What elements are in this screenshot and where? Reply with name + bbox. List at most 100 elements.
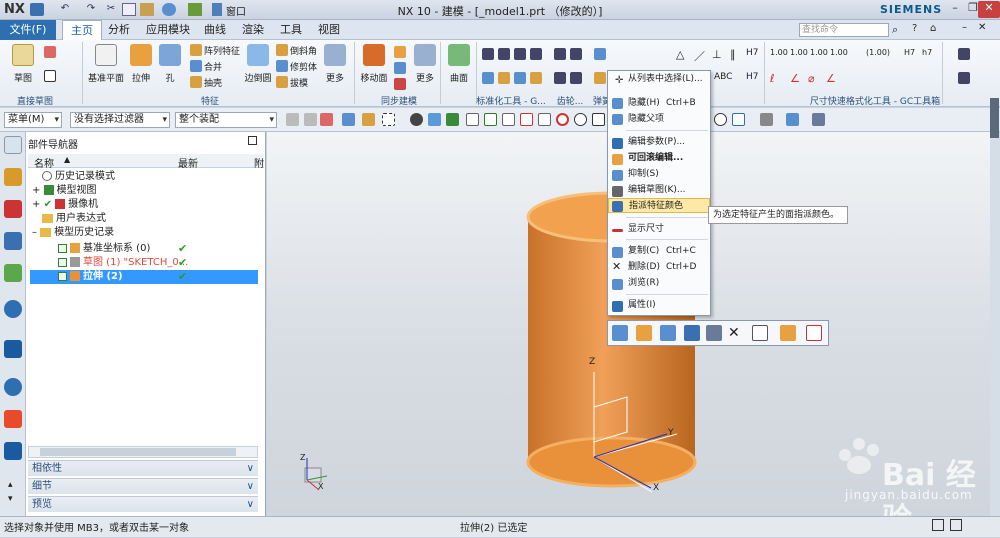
gear-tool-icon[interactable] bbox=[570, 48, 582, 60]
preview-panel[interactable]: 预览 bbox=[28, 496, 258, 512]
pattern-feature-button[interactable]: 阵列特征 bbox=[204, 44, 240, 57]
visibility-checkbox[interactable] bbox=[58, 257, 67, 267]
information-icon[interactable] bbox=[806, 325, 822, 341]
rect-select-icon[interactable] bbox=[382, 113, 395, 126]
line-tool-icon[interactable]: ⊥ bbox=[712, 48, 722, 61]
angle-icon[interactable]: ∠ bbox=[826, 72, 836, 85]
circle-snap-icon[interactable] bbox=[574, 113, 587, 126]
menu-item-select-from-list[interactable]: 从列表中选择(L)... bbox=[608, 72, 710, 87]
rectangle-icon[interactable] bbox=[44, 70, 56, 82]
dim-format-h7-lower[interactable]: h7 bbox=[922, 48, 932, 57]
snap-icon[interactable] bbox=[286, 113, 299, 126]
table-icon[interactable] bbox=[732, 113, 745, 126]
gear-tool-icon[interactable] bbox=[554, 72, 566, 84]
status-window-icon[interactable] bbox=[950, 519, 962, 531]
more-features-button[interactable]: 更多 bbox=[322, 44, 348, 84]
name-column-header[interactable]: 名称 bbox=[34, 155, 54, 170]
help-icon[interactable]: ? bbox=[912, 23, 917, 34]
tree-item-user-expressions[interactable]: 用户表达式 bbox=[30, 212, 258, 226]
menu-item-edit-sketch[interactable]: 编辑草图(K)... bbox=[608, 183, 710, 198]
dim-label-tool[interactable]: ABC bbox=[714, 72, 732, 82]
menu-item-properties[interactable]: 属性(I) bbox=[608, 298, 710, 313]
tab-view[interactable]: 视图 bbox=[310, 20, 348, 40]
gear-tool-icon[interactable] bbox=[554, 48, 566, 60]
tree-item-sketch[interactable]: 草图 (1) "SKETCH_0... bbox=[30, 256, 258, 270]
dim-format-4[interactable]: 1.00 bbox=[830, 48, 848, 57]
parallel-icon[interactable]: ∥ bbox=[730, 48, 736, 61]
gc-tool-icon[interactable] bbox=[958, 72, 970, 84]
delete-icon[interactable]: ✕ bbox=[728, 325, 740, 341]
menu-item-browse[interactable]: 浏览(R) bbox=[608, 276, 710, 291]
edit-parameters-icon[interactable] bbox=[612, 325, 628, 341]
line-snap-icon[interactable] bbox=[484, 113, 497, 126]
tab-tools[interactable]: 工具 bbox=[272, 20, 310, 40]
sketch-curve-icon[interactable] bbox=[44, 46, 56, 58]
sync-tool-icon[interactable] bbox=[394, 46, 406, 58]
file-menu[interactable]: 文件(F) bbox=[0, 20, 56, 40]
tab-curve[interactable]: 曲线 bbox=[196, 20, 234, 40]
menu-item-show-dimensions[interactable]: 显示尺寸 bbox=[608, 222, 710, 237]
std-tool-icon[interactable] bbox=[482, 72, 494, 84]
trim-body-button[interactable]: 修剪体 bbox=[290, 60, 317, 73]
close-button[interactable]: ✕ bbox=[978, 1, 1000, 18]
history-icon[interactable] bbox=[4, 340, 22, 358]
shell-button[interactable]: 抽壳 bbox=[204, 76, 222, 89]
extrude-button[interactable]: 拉伸 bbox=[128, 44, 154, 84]
scroll-up-icon[interactable]: ▴ bbox=[8, 480, 13, 490]
tab-analysis[interactable]: 分析 bbox=[100, 20, 138, 40]
tree-item-datum-csys[interactable]: 基准坐标系 (0) bbox=[30, 242, 258, 256]
intersection-snap-icon[interactable] bbox=[538, 113, 551, 126]
menu-item-rollback-edit[interactable]: 可回滚编辑... bbox=[608, 151, 710, 166]
scrollbar-thumb[interactable] bbox=[40, 448, 236, 456]
search-icon[interactable]: ⌕ bbox=[892, 23, 898, 37]
visibility-checkbox[interactable] bbox=[58, 243, 67, 253]
snap-icon[interactable] bbox=[520, 113, 533, 126]
rollback-edit-icon[interactable] bbox=[636, 325, 652, 341]
angle-icon[interactable]: ∠ bbox=[790, 72, 800, 85]
tree-item-extrude[interactable]: 拉伸 (2) bbox=[30, 270, 258, 284]
constraint-navigator-icon[interactable] bbox=[4, 232, 22, 250]
ribbon-minimize-button[interactable]: – bbox=[962, 22, 967, 33]
sketch-button[interactable]: 草图 bbox=[8, 44, 38, 84]
spring-tool-icon[interactable] bbox=[594, 48, 606, 60]
tree-item-model-history[interactable]: – 模型历史记录 bbox=[30, 226, 258, 240]
dim-tool-icon[interactable]: ℓ bbox=[770, 72, 775, 85]
ribbon-close-button[interactable]: ✕ bbox=[978, 22, 986, 33]
scroll-down-icon[interactable]: ▾ bbox=[8, 494, 13, 504]
curve-snap-icon[interactable] bbox=[502, 113, 515, 126]
select-icon[interactable] bbox=[342, 113, 355, 126]
point-icon[interactable] bbox=[410, 113, 423, 126]
sync-tool-icon[interactable] bbox=[394, 62, 406, 74]
diameter-icon[interactable]: ⌀ bbox=[808, 72, 815, 85]
dim-format-5[interactable]: (1.00) bbox=[866, 48, 890, 57]
unite-button[interactable]: 合并 bbox=[204, 60, 222, 73]
dim-format-1[interactable]: 1.00 bbox=[770, 48, 788, 57]
snap-icon[interactable] bbox=[304, 113, 317, 126]
std-tool-icon[interactable] bbox=[498, 48, 510, 60]
curve-snap-icon[interactable] bbox=[466, 113, 479, 126]
tree-item-history-mode[interactable]: 历史记录模式 bbox=[30, 170, 258, 184]
plus-snap-icon[interactable] bbox=[592, 113, 605, 126]
std-tool-icon[interactable] bbox=[530, 72, 542, 84]
system-materials-icon[interactable] bbox=[4, 410, 22, 428]
spring-tool-icon[interactable] bbox=[594, 72, 606, 84]
sync-tool-icon[interactable] bbox=[394, 78, 406, 90]
dim-h7-tool[interactable]: H7 bbox=[746, 48, 759, 58]
dim-format-2[interactable]: 1.00 bbox=[790, 48, 808, 57]
select-icon[interactable] bbox=[320, 113, 333, 126]
details-panel[interactable]: 细节 bbox=[28, 478, 258, 494]
datum-plane-button[interactable]: 基准平面 bbox=[88, 44, 124, 84]
menu-item-suppress[interactable]: 抑制(S) bbox=[608, 167, 710, 182]
center-snap-icon[interactable] bbox=[556, 113, 569, 126]
hole-button[interactable]: 孔 bbox=[158, 44, 182, 84]
selection-filter-select[interactable]: 没有选择过滤器 bbox=[70, 112, 170, 128]
menu-item-edit-parameters[interactable]: 编辑参数(P)... bbox=[608, 135, 710, 150]
chamfer-button[interactable]: 倒斜角 bbox=[290, 44, 317, 57]
latest-column-header[interactable]: 最新 bbox=[178, 155, 198, 170]
std-tool-icon[interactable] bbox=[514, 72, 526, 84]
extra-column-header[interactable]: 附 bbox=[254, 155, 264, 170]
std-tool-icon[interactable] bbox=[498, 72, 510, 84]
dim-format-h7[interactable]: H7 bbox=[904, 48, 915, 57]
more-sync-button[interactable]: 更多 bbox=[412, 44, 438, 84]
tree-item-cameras[interactable]: + ✔ 摄像机 bbox=[30, 198, 258, 212]
